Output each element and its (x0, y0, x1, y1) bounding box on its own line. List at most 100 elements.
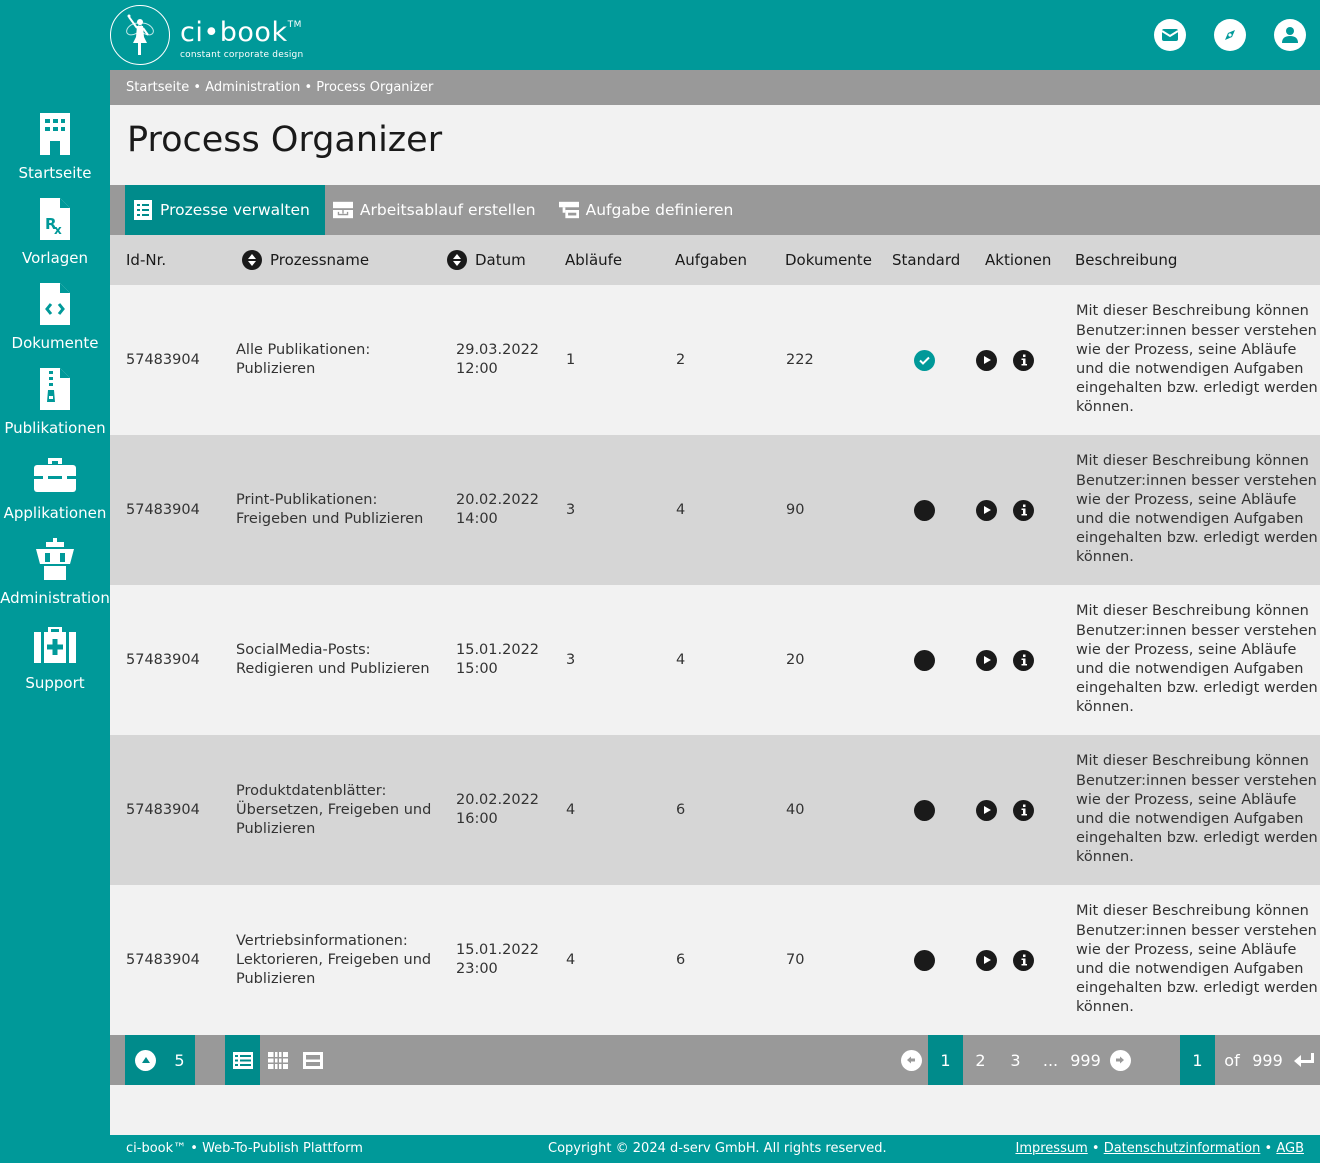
grid-view-button[interactable] (260, 1035, 295, 1085)
sidebar-item-support[interactable]: Support (0, 622, 110, 702)
impressum-link[interactable]: Impressum (1015, 1141, 1087, 1156)
tab-prozesse-verwalten[interactable]: Prozesse verwalten (125, 185, 325, 235)
page-1-button[interactable]: 1 (928, 1035, 963, 1085)
datenschutz-link[interactable]: Datenschutzinformation (1104, 1141, 1261, 1156)
sidebar-item-label: Applikationen (3, 504, 107, 522)
play-button[interactable] (976, 649, 997, 671)
cell-id: 57483904 (126, 651, 200, 668)
col-standard: Standard (892, 251, 961, 269)
sidebar: Startseite Rx Vorlagen Dokumente Publika… (0, 70, 110, 1163)
info-icon (1021, 504, 1027, 516)
footer: ci-book™ • Web-To-Publish Plattform Copy… (110, 1135, 1320, 1163)
sort-icon[interactable] (242, 250, 262, 270)
cell-prozessname: SocialMedia-Posts: Redigieren und Publiz… (236, 642, 430, 677)
footer-platform: ci-book™ • Web-To-Publish Plattform (126, 1141, 363, 1156)
info-button[interactable] (1013, 799, 1034, 821)
info-button[interactable] (1013, 499, 1034, 521)
col-id: Id-Nr. (126, 251, 167, 269)
sidebar-item-label: Startseite (18, 164, 92, 182)
info-button[interactable] (1013, 349, 1034, 371)
play-icon (983, 356, 991, 364)
col-prozessname[interactable]: Prozessname (242, 235, 369, 285)
footer-separator: • (1264, 1141, 1273, 1156)
play-icon (983, 956, 991, 964)
cell-datum: 15.01.2022 23:00 (456, 942, 540, 977)
breadcrumb-separator: • (304, 80, 313, 95)
cell-beschreibung: Mit dieser Beschreibung können Benutzer:… (1076, 303, 1318, 416)
split-view-icon (302, 1051, 323, 1069)
agb-link[interactable]: AGB (1276, 1141, 1304, 1156)
table-row[interactable]: 57483904 Alle Publikationen: Publizieren… (110, 285, 1320, 435)
col-datum[interactable]: Datum (447, 235, 526, 285)
play-button[interactable] (976, 949, 997, 971)
fairy-logo-icon (110, 5, 170, 65)
table-row[interactable]: 57483904 Vertriebsinformationen: Lektori… (110, 885, 1320, 1035)
play-icon (983, 506, 991, 514)
logo[interactable]: ci•bookTM constant corporate design (110, 5, 303, 65)
tab-arbeitsablauf-erstellen[interactable]: Arbeitsablauf erstellen (325, 185, 551, 235)
standard-radio[interactable] (914, 949, 935, 971)
table-row[interactable]: 57483904 Produktdatenblätter: Übersetzen… (110, 735, 1320, 885)
goto-page-input[interactable]: 1 (1180, 1035, 1215, 1085)
standard-radio[interactable] (914, 499, 935, 521)
info-button[interactable] (1013, 649, 1034, 671)
sidebar-item-publikationen[interactable]: Publikationen (0, 367, 110, 447)
list-view-button[interactable] (225, 1035, 260, 1085)
standard-radio[interactable] (914, 649, 935, 671)
total-pages: 999 (1252, 1050, 1283, 1070)
cell-beschreibung: Mit dieser Beschreibung können Benutzer:… (1076, 453, 1318, 566)
page-ellipsis: ... (1042, 1050, 1059, 1070)
cell-aufgaben: 4 (676, 651, 686, 668)
goto-page-button[interactable] (1292, 1035, 1316, 1085)
breadcrumb-separator: • (193, 80, 202, 95)
cell-dokumente: 40 (786, 801, 805, 818)
footer-links: Impressum • Datenschutzinformation • AGB (1015, 1135, 1304, 1163)
table-row[interactable]: 57483904 Print-Publikationen: Freigeben … (110, 435, 1320, 585)
prev-page-button[interactable] (900, 1035, 922, 1085)
cell-id: 57483904 (126, 951, 200, 968)
breadcrumb-administration[interactable]: Administration (205, 80, 300, 95)
breadcrumb-startseite[interactable]: Startseite (126, 80, 189, 95)
standard-radio[interactable] (914, 349, 935, 371)
sidebar-item-startseite[interactable]: Startseite (0, 112, 110, 192)
table-row[interactable]: 57483904 SocialMedia-Posts: Redigieren u… (110, 585, 1320, 735)
prescription-file-icon: Rx (40, 197, 70, 241)
cell-ablaeufe: 3 (566, 651, 576, 668)
cell-beschreibung: Mit dieser Beschreibung können Benutzer:… (1076, 603, 1318, 716)
sidebar-item-administration[interactable]: Administration (0, 537, 110, 617)
compass-button[interactable] (1214, 19, 1246, 51)
play-icon (983, 806, 991, 814)
col-dokumente: Dokumente (785, 251, 872, 269)
medkit-icon (34, 622, 76, 666)
tab-bar: Prozesse verwalten Arbeitsablauf erstell… (110, 185, 1320, 235)
logo-title: ci•bookTM (180, 16, 302, 48)
page-2-button[interactable]: 2 (963, 1035, 998, 1085)
workflow-icon (332, 200, 353, 220)
sidebar-item-applikationen[interactable]: Applikationen (0, 452, 110, 532)
sidebar-item-vorlagen[interactable]: Rx Vorlagen (0, 197, 110, 277)
cell-aufgaben: 6 (676, 951, 686, 968)
info-button[interactable] (1013, 949, 1034, 971)
sort-icon[interactable] (447, 250, 467, 270)
info-icon (1021, 354, 1027, 366)
mail-button[interactable] (1154, 19, 1186, 51)
play-button[interactable] (976, 499, 997, 521)
tab-aufgabe-definieren[interactable]: Aufgabe definieren (551, 185, 749, 235)
cell-beschreibung: Mit dieser Beschreibung können Benutzer:… (1076, 753, 1318, 866)
split-view-button[interactable] (295, 1035, 330, 1085)
page-3-button[interactable]: 3 (998, 1035, 1033, 1085)
breadcrumb: Startseite • Administration • Process Or… (110, 70, 1320, 105)
cell-prozessname: Alle Publikationen: Publizieren (236, 342, 371, 377)
user-icon (1282, 27, 1298, 43)
next-page-button[interactable] (1109, 1035, 1131, 1085)
footer-copyright: Copyright © 2024 d-serv GmbH. All rights… (548, 1141, 887, 1156)
rows-per-page-select[interactable]: 5 (125, 1035, 195, 1085)
play-button[interactable] (976, 799, 997, 821)
play-button[interactable] (976, 349, 997, 371)
play-icon (983, 656, 991, 664)
cell-dokumente: 222 (786, 351, 814, 368)
sidebar-item-dokumente[interactable]: Dokumente (0, 282, 110, 362)
page-last-button[interactable]: 999 (1068, 1035, 1103, 1085)
standard-radio[interactable] (914, 799, 935, 821)
user-button[interactable] (1274, 19, 1306, 51)
